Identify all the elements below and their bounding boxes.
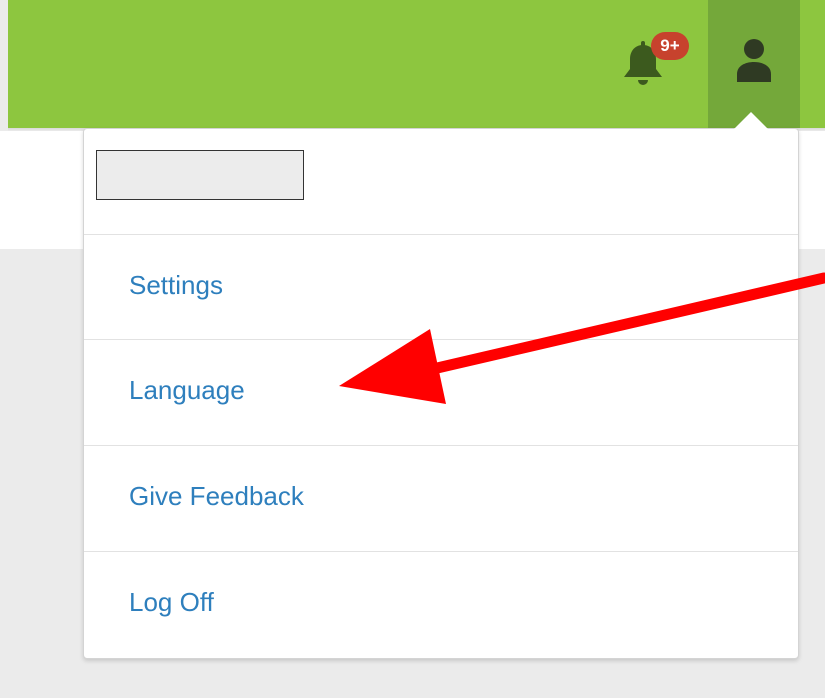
top-nav-bar	[8, 0, 825, 128]
notification-count-badge: 9+	[651, 32, 689, 60]
notifications-button[interactable]: 9+	[618, 32, 689, 90]
menu-item-label: Settings	[129, 270, 223, 300]
user-icon	[737, 39, 771, 82]
menu-item-label: Language	[129, 375, 245, 405]
user-name-field	[96, 150, 304, 200]
menu-item-settings[interactable]: Settings	[84, 235, 798, 339]
menu-item-log-off[interactable]: Log Off	[84, 552, 798, 656]
menu-item-label: Log Off	[129, 587, 214, 617]
user-menu-button[interactable]	[708, 0, 800, 128]
menu-item-label: Give Feedback	[129, 481, 304, 511]
dropdown-caret	[734, 112, 768, 129]
menu-item-language[interactable]: Language	[84, 340, 798, 444]
menu-item-give-feedback[interactable]: Give Feedback	[84, 446, 798, 550]
